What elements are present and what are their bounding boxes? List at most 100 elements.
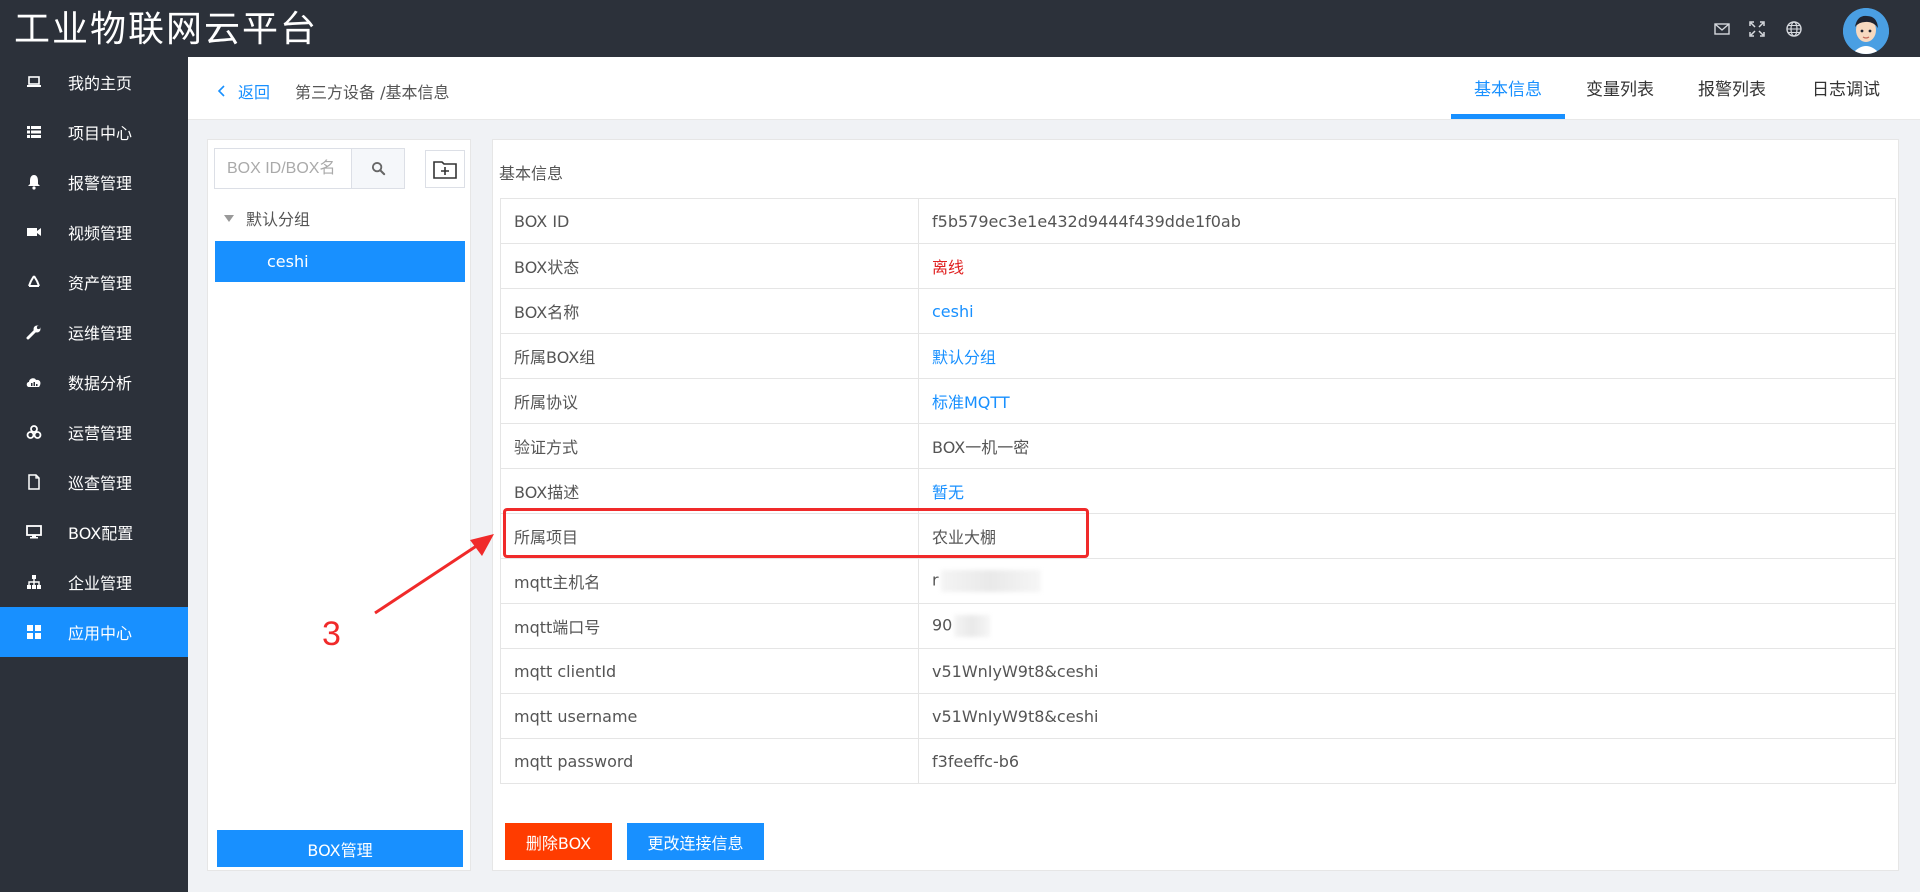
sidebar-item-box-config[interactable]: BOX配置 [0,507,188,557]
row-label: 验证方式 [500,423,919,469]
box-status-value: 离线 [918,243,1896,289]
sidebar-item-enterprise[interactable]: 企业管理 [0,557,188,607]
device-tree-panel: 默认分组 ceshi BOX管理 [207,139,471,871]
tree-item-selected[interactable]: ceshi [215,241,465,282]
sidebar-item-alarms[interactable]: 报警管理 [0,157,188,207]
redaction-blur [954,615,991,637]
breadcrumb: 第三方设备 /基本信息 [295,83,450,102]
search-icon [371,161,385,176]
box-manage-button[interactable]: BOX管理 [217,830,463,867]
table-row: 所属BOX组 默认分组 [500,333,1896,379]
tab-alarm-list[interactable]: 报警列表 [1698,75,1766,100]
sidebar-item-home[interactable]: 我的主页 [0,57,188,107]
delete-box-button[interactable]: 删除BOX [505,823,612,860]
active-tab-indicator [1451,114,1565,119]
sidebar-item-assets[interactable]: 资产管理 [0,257,188,307]
table-row: mqtt username v51WnIyW9t8&ceshi [500,693,1896,739]
box-name-value[interactable]: ceshi [918,288,1896,334]
page-topbar: 返回 第三方设备 /基本信息 基本信息 变量列表 报警列表 日志调试 [188,57,1920,120]
grid-icon [26,624,42,640]
sidebar-item-label: BOX配置 [68,524,134,543]
fullscreen-icon[interactable] [1748,20,1766,38]
laptop-icon [26,74,42,90]
recycle-icon [26,274,42,290]
sidebar-item-label: 企业管理 [68,574,133,593]
table-row: 所属协议 标准MQTT [500,378,1896,424]
row-label: BOX名称 [500,288,919,334]
tree-group-default[interactable]: 默认分组 [224,206,310,230]
video-camera-icon [26,224,42,240]
table-row: mqtt password f3feeffc-b6 [500,738,1896,784]
wrench-icon [26,324,42,340]
sitemap-icon [26,574,42,590]
chevron-left-icon [217,85,225,97]
sidebar-item-maintenance[interactable]: 运维管理 [0,307,188,357]
tab-variable-list[interactable]: 变量列表 [1586,75,1654,100]
mail-icon[interactable] [1713,20,1731,38]
auth-method-value: BOX一机一密 [918,423,1896,469]
sidebar-item-app-center[interactable]: 应用中心 [0,607,188,657]
sidebar-item-label: 项目中心 [68,124,133,143]
sidebar-item-label: 我的主页 [68,74,133,93]
box-group-value[interactable]: 默认分组 [918,333,1896,379]
globe-icon[interactable] [1785,20,1803,38]
file-icon [26,474,42,490]
cubes-icon [26,424,42,440]
mqtt-clientid-value: v51WnIyW9t8&ceshi [918,648,1896,694]
user-avatar[interactable] [1843,8,1889,54]
back-link[interactable]: 返回 [216,79,270,103]
row-label: 所属协议 [500,378,919,424]
table-row: mqtt主机名 r [500,558,1896,604]
folder-add-icon [433,161,457,179]
mqtt-host-cell: r [918,558,1896,604]
sidebar-item-video[interactable]: 视频管理 [0,207,188,257]
box-search-input[interactable] [214,148,351,189]
mqtt-username-value: v51WnIyW9t8&ceshi [918,693,1896,739]
tab-log-debug[interactable]: 日志调试 [1812,75,1880,100]
project-value: 农业大棚 [918,513,1896,559]
table-row: BOX描述 暂无 [500,468,1896,514]
list-icon [26,124,42,140]
sidebar-item-analytics[interactable]: 数据分析 [0,357,188,407]
basic-info-table: BOX ID f5b579ec3e1e432d9444f439dde1f0ab … [500,198,1896,784]
sidebar: 我的主页 项目中心 报警管理 视频管理 资产管理 运维管理 数据分析 运营管理 … [0,57,188,892]
table-row: BOX状态 离线 [500,243,1896,289]
row-label: BOX描述 [500,468,919,514]
mqtt-port-cell: 90 [918,603,1896,649]
row-label: mqtt端口号 [500,603,919,649]
sidebar-item-operations[interactable]: 运营管理 [0,407,188,457]
sidebar-item-inspection[interactable]: 巡查管理 [0,457,188,507]
table-row: mqtt端口号 90 [500,603,1896,649]
table-row: mqtt clientId v51WnIyW9t8&ceshi [500,648,1896,694]
card-title: 基本信息 [499,164,564,183]
sidebar-item-label: 资产管理 [68,274,133,293]
add-group-button[interactable] [425,150,465,188]
sidebar-item-label: 报警管理 [68,174,133,193]
row-label: 所属项目 [500,513,919,559]
table-row: 验证方式 BOX一机一密 [500,423,1896,469]
update-connection-button[interactable]: 更改连接信息 [627,823,764,860]
row-label: mqtt username [500,693,919,739]
sidebar-item-label: 数据分析 [68,374,133,393]
step-number: 3 [322,615,341,653]
sidebar-item-label: 应用中心 [68,624,133,643]
box-description-value[interactable]: 暂无 [918,468,1896,514]
table-row: BOX ID f5b579ec3e1e432d9444f439dde1f0ab [500,198,1896,244]
row-label: mqtt password [500,738,919,784]
mqtt-host-value: r [932,570,939,590]
row-label: BOX ID [500,198,919,244]
search-button[interactable] [351,148,405,189]
bell-icon [26,174,42,190]
desktop-icon [26,524,42,540]
row-label: mqtt主机名 [500,558,919,604]
sidebar-item-label: 运维管理 [68,324,133,343]
box-id-value: f5b579ec3e1e432d9444f439dde1f0ab [918,198,1896,244]
tab-basic-info[interactable]: 基本信息 [1474,75,1542,100]
back-label: 返回 [238,83,271,102]
row-label: BOX状态 [500,243,919,289]
mqtt-password-value: f3feeffc-b6 [918,738,1896,784]
sidebar-item-projects[interactable]: 项目中心 [0,107,188,157]
sidebar-item-label: 视频管理 [68,224,133,243]
protocol-value[interactable]: 标准MQTT [918,378,1896,424]
table-row: BOX名称 ceshi [500,288,1896,334]
